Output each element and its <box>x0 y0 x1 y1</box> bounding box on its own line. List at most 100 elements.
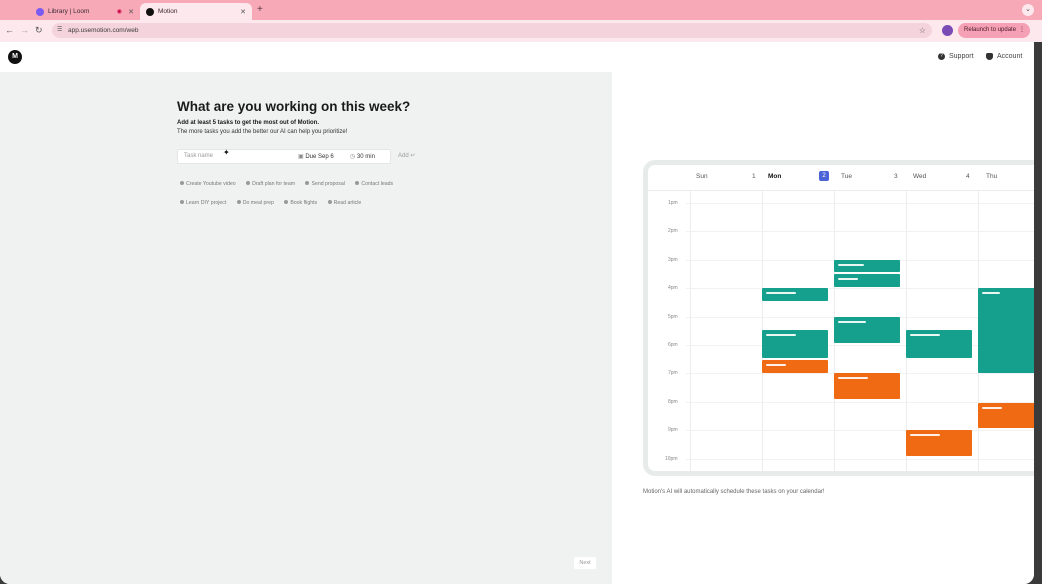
account-label: Account <box>997 53 1023 60</box>
tab-motion[interactable]: Motion ✕ <box>140 3 252 20</box>
event-title-bar <box>910 434 940 436</box>
motion-logo[interactable]: M <box>8 50 22 64</box>
hour-label: 9pm <box>668 427 678 434</box>
hour-label: 6pm <box>668 342 678 348</box>
hour-label: 1pm <box>668 200 678 206</box>
relaunch-update-button[interactable]: Relaunch to update ⋮ <box>958 23 1030 38</box>
support-link[interactable]: ? Support <box>938 53 974 60</box>
enter-icon: ↵ <box>410 153 416 159</box>
calendar-preview-panel: Sun 1 Mon 2 Tue 3 Wed 4 Thu 1pm 2pm 3pm 4pm… <box>612 72 1034 584</box>
app-header: M ? Support Account <box>0 42 1034 72</box>
calendar-event[interactable] <box>906 430 972 456</box>
new-tab-icon[interactable]: + <box>257 4 263 15</box>
plus-icon <box>246 181 251 185</box>
tab-title: Library | Loom <box>48 8 90 15</box>
bookmark-star-icon[interactable]: ☆ <box>919 23 926 38</box>
browser-tab-bar: Library | Loom ◉ ✕ Motion ✕ + ⌄ <box>0 0 1042 20</box>
suggestion-chip[interactable]: Send proposal <box>305 181 345 187</box>
hour-gridline <box>686 430 1034 432</box>
hour-label: 8pm <box>668 398 678 405</box>
suggestion-chip[interactable]: Draft plan for team <box>246 181 295 187</box>
chip-label: Create Youtube video <box>186 181 236 187</box>
suggestion-chip[interactable]: Book flights <box>284 200 317 206</box>
event-title-bar <box>766 334 796 336</box>
hour-gridline <box>686 231 1034 233</box>
app-page: M ? Support Account What are you working… <box>0 42 1034 584</box>
calendar-footnote: Motion's AI will automatically schedule … <box>643 489 825 495</box>
event-title-bar <box>838 278 858 280</box>
tab-title: Motion <box>158 8 178 15</box>
reload-icon[interactable]: ↻ <box>35 25 43 36</box>
chip-label: Read article <box>333 200 362 206</box>
hour-gridline <box>686 203 1034 204</box>
calendar-event[interactable] <box>906 330 972 358</box>
day-name: Thu <box>986 173 998 180</box>
calendar-event[interactable] <box>762 288 828 301</box>
suggestion-chip[interactable]: Read article <box>327 200 362 206</box>
profile-avatar[interactable] <box>942 25 953 36</box>
chip-label: Do meal prep <box>242 200 274 206</box>
day-name: Mon <box>768 173 782 180</box>
add-label: Add <box>398 153 409 159</box>
address-bar[interactable]: ☰ app.usemotion.com/web ☆ <box>52 23 932 38</box>
next-button[interactable]: Next <box>574 557 596 569</box>
site-info-icon[interactable]: ☰ <box>57 23 62 38</box>
day-number-today: 2 <box>819 171 829 181</box>
tab-search-icon[interactable]: ⌄ <box>1022 4 1034 16</box>
due-date-label: Due Sep 6 <box>305 154 334 160</box>
tab-library-loom[interactable]: Library | Loom ◉ ✕ <box>30 3 140 20</box>
plus-icon <box>355 181 360 185</box>
back-icon[interactable]: ← <box>5 25 14 35</box>
recording-icon: ◉ <box>116 9 122 15</box>
mouse-cursor-icon: ✦ <box>223 148 230 157</box>
calendar-preview: Sun 1 Mon 2 Tue 3 Wed 4 Thu 1pm 2pm 3pm 4pm… <box>643 160 1034 476</box>
calendar-event[interactable] <box>762 330 828 358</box>
help-icon: ? <box>938 53 945 60</box>
calendar-event[interactable] <box>834 260 900 272</box>
due-date-picker[interactable]: ▣ Due Sep 6 <box>298 153 334 160</box>
day-name: Wed <box>913 173 927 180</box>
instruction-text: The more tasks you add the better our AI… <box>177 129 348 135</box>
duration-label: 30 min <box>356 154 375 160</box>
chip-label: Book flights <box>290 200 318 206</box>
suggestion-chip[interactable]: Learn DIY project <box>180 200 226 206</box>
add-task-button[interactable]: Add ↵ <box>398 152 415 159</box>
day-name: Tue <box>841 173 852 180</box>
account-link[interactable]: Account <box>986 53 1022 60</box>
duration-picker[interactable]: ◷ 30 min <box>350 153 375 160</box>
calendar-event[interactable] <box>834 317 900 343</box>
hour-label: 2pm <box>668 228 678 235</box>
instruction-bold: Add at least 5 tasks to get the most out… <box>177 120 320 126</box>
close-tab-icon[interactable]: ✕ <box>128 8 134 16</box>
task-input-row: Task name ▣ Due Sep 6 ◷ 30 min <box>177 149 391 164</box>
suggestion-chips: Create Youtube video Draft plan for team… <box>180 172 440 210</box>
browser-toolbar: ← → ↻ ☰ app.usemotion.com/web ☆ Relaunch… <box>0 20 1042 42</box>
forward-icon[interactable]: → <box>20 25 29 35</box>
hour-label: 5pm <box>668 313 678 320</box>
motion-favicon-icon <box>146 7 154 16</box>
hour-gridline <box>686 458 1034 460</box>
hour-label: 10pm <box>665 455 678 462</box>
suggestion-chip[interactable]: Do meal prep <box>236 200 274 206</box>
event-title-bar <box>982 292 1000 294</box>
plus-icon <box>305 181 310 185</box>
plus-icon <box>327 200 332 204</box>
calendar-icon: ▣ <box>298 154 304 160</box>
suggestion-chip[interactable]: Create Youtube video <box>180 181 236 187</box>
plus-icon <box>180 181 184 185</box>
chip-label: Learn DIY project <box>186 200 227 206</box>
task-name-input[interactable]: Task name <box>184 153 213 159</box>
close-tab-icon[interactable]: ✕ <box>240 8 246 16</box>
event-title-bar <box>766 292 796 294</box>
calendar-event[interactable] <box>762 360 828 373</box>
calendar-event[interactable] <box>978 288 1034 373</box>
calendar-event[interactable] <box>978 403 1034 428</box>
day-number: 4 <box>966 173 970 180</box>
hour-label: 3pm <box>668 256 678 263</box>
plus-icon <box>284 200 289 204</box>
calendar-event[interactable] <box>834 274 900 287</box>
chip-label: Send proposal <box>311 181 345 187</box>
calendar-event[interactable] <box>834 373 900 399</box>
suggestion-chip[interactable]: Contact leads <box>355 181 393 187</box>
more-menu-icon[interactable]: ⋮ <box>1019 23 1025 38</box>
